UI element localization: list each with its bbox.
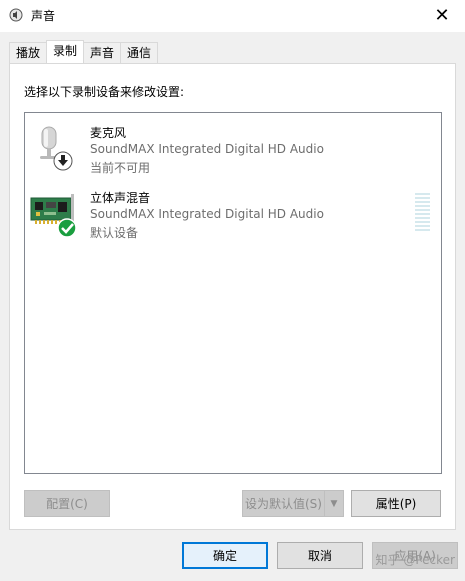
set-default-button[interactable]: 设为默认值(S) <box>242 490 325 517</box>
device-driver: SoundMAX Integrated Digital HD Audio <box>90 142 324 156</box>
device-status: 默认设备 <box>90 226 139 240</box>
close-button[interactable]: ✕ <box>419 0 465 31</box>
device-name: 立体声混音 <box>90 191 151 205</box>
sound-card-icon <box>30 194 77 238</box>
watermark: 知乎 @Pecker <box>375 553 455 567</box>
level-meter <box>415 193 430 235</box>
configure-button[interactable]: 配置(C) <box>24 490 110 517</box>
device-driver: SoundMAX Integrated Digital HD Audio <box>90 207 324 221</box>
microphone-icon <box>40 126 73 171</box>
list-item-stereo-mix[interactable]: 立体声混音 SoundMAX Integrated Digital HD Aud… <box>25 182 441 244</box>
properties-button[interactable]: 属性(P) <box>351 490 441 517</box>
set-default-dropdown[interactable]: ▼ <box>324 490 344 517</box>
tab-sounds[interactable]: 声音 <box>83 42 122 63</box>
chevron-down-icon: ▼ <box>330 498 338 509</box>
speaker-icon <box>9 8 23 22</box>
list-item-microphone[interactable]: 麦克风 SoundMAX Integrated Digital HD Audio… <box>25 117 441 179</box>
device-status: 当前不可用 <box>90 161 151 175</box>
close-icon: ✕ <box>434 5 450 26</box>
tab-communications[interactable]: 通信 <box>120 42 159 63</box>
device-list[interactable]: 麦克风 SoundMAX Integrated Digital HD Audio… <box>24 112 442 474</box>
title-bar: 声音 ✕ <box>0 0 465 32</box>
cancel-button[interactable]: 取消 <box>277 542 363 569</box>
ok-button[interactable]: 确定 <box>182 542 268 569</box>
window-title: 声音 <box>31 9 56 23</box>
recording-panel: 选择以下录制设备来修改设置: 麦克风 SoundMAX Integrated D… <box>9 63 456 530</box>
tab-strip: 播放 录制 声音 通信 <box>9 40 159 63</box>
tab-playback[interactable]: 播放 <box>9 42 48 63</box>
tab-recording[interactable]: 录制 <box>46 40 85 63</box>
instruction-text: 选择以下录制设备来修改设置: <box>24 85 185 99</box>
device-name: 麦克风 <box>90 126 127 140</box>
